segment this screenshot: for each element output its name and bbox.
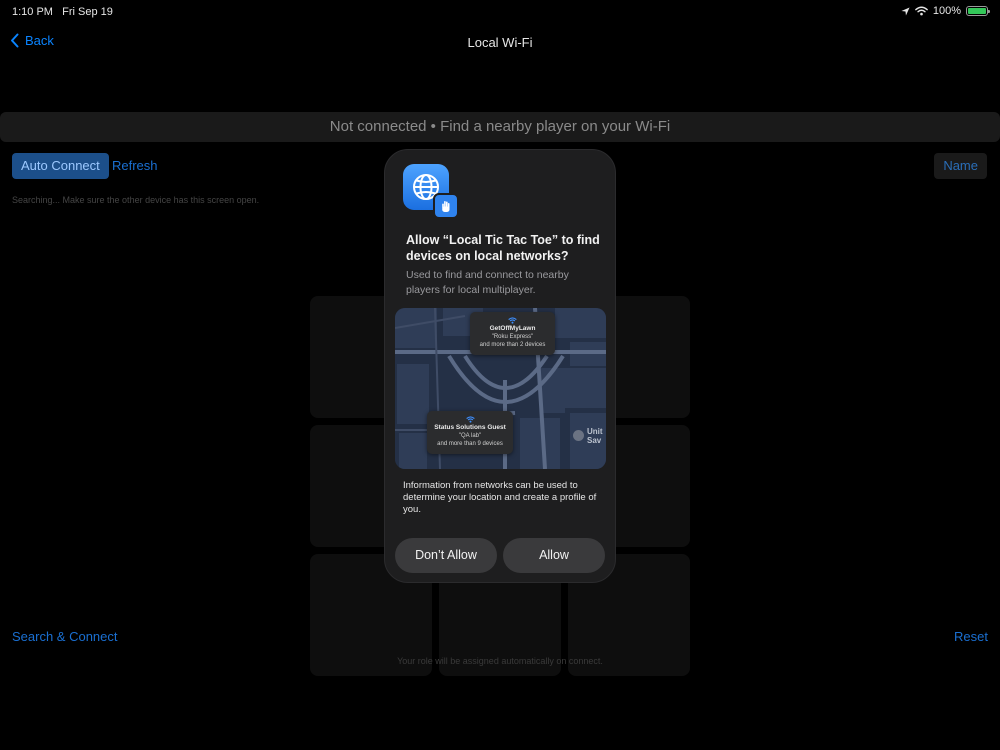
hand-icon <box>433 193 459 219</box>
status-time: 1:10 PM Fri Sep 19 <box>12 6 113 18</box>
searching-status: Searching... Make sure the other device … <box>12 195 260 205</box>
network-more: and more than 9 devices <box>437 441 503 447</box>
poi-label: Unit <box>587 427 603 436</box>
network-device: "QA lab" <box>458 433 482 439</box>
battery-percent: 100% <box>932 5 961 17</box>
map-poi: Unit Sav <box>573 427 603 445</box>
network-map: GetOffMyLawn "Roku Express" and more tha… <box>395 308 606 469</box>
network-callout: Status Solutions Guest "QA lab" and more… <box>427 411 513 454</box>
dont-allow-button[interactable]: Don’t Allow <box>395 538 497 573</box>
search-connect-button[interactable]: Search & Connect <box>12 629 118 644</box>
allow-button[interactable]: Allow <box>503 538 605 573</box>
status-bar: 1:10 PM Fri Sep 19 100% <box>0 0 1000 24</box>
alert-message: Used to find and connect to nearby playe… <box>406 269 569 296</box>
wifi-icon <box>508 317 517 324</box>
refresh-button[interactable]: Refresh <box>112 158 158 173</box>
reset-button[interactable]: Reset <box>954 629 988 644</box>
local-network-permission-alert: Allow “Local Tic Tac Toe” to find device… <box>384 149 616 583</box>
network-name: Status Solutions Guest <box>434 424 506 431</box>
location-icon <box>901 6 910 16</box>
wifi-icon <box>465 416 475 423</box>
status-time-text: 1:10 PM <box>12 6 53 18</box>
status-indicators: 100% <box>901 5 990 17</box>
poi-label: Sav <box>587 436 602 445</box>
network-callout: GetOffMyLawn "Roku Express" and more tha… <box>470 312 555 355</box>
alert-title: Allow “Local Tic Tac Toe” to find device… <box>406 233 600 263</box>
role-note: Your role will be assigned automatically… <box>397 656 603 666</box>
name-button[interactable]: Name <box>934 153 987 179</box>
auto-connect-button[interactable]: Auto Connect <box>12 153 109 179</box>
building-icon <box>573 430 584 441</box>
connection-status-banner: Not connected • Find a nearby player on … <box>0 112 1000 142</box>
alert-privacy-info: Information from networks can be used to… <box>403 480 597 515</box>
network-more: and more than 2 devices <box>479 342 546 348</box>
wifi-icon <box>915 6 928 16</box>
network-name: GetOffMyLawn <box>489 325 536 332</box>
navigation-bar: Back Local Wi-Fi <box>0 28 1000 58</box>
network-device: "Roku Express" <box>491 334 534 340</box>
battery-icon <box>966 6 990 16</box>
status-date-text: Fri Sep 19 <box>62 6 113 18</box>
page-title: Local Wi-Fi <box>467 35 533 50</box>
